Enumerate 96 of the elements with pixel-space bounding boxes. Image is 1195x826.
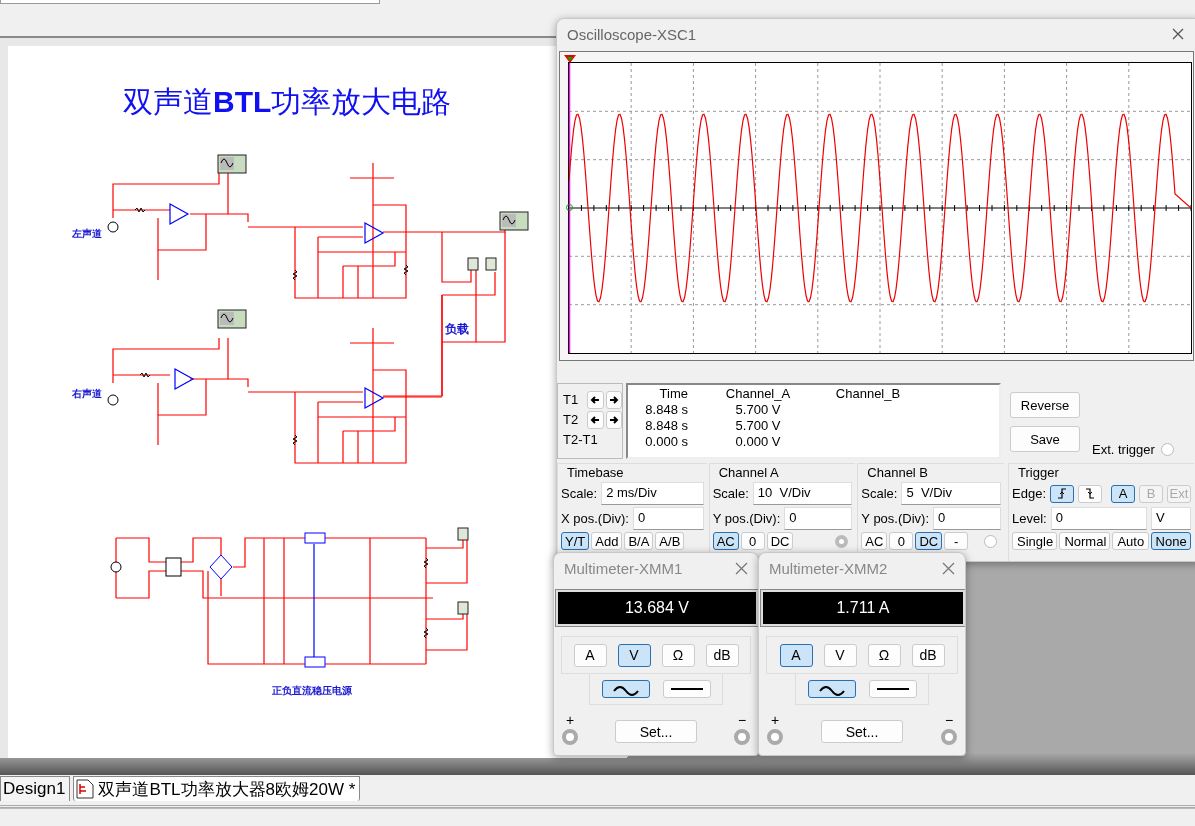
field-label: Scale:	[561, 486, 598, 501]
input-field[interactable]: V	[1151, 507, 1191, 530]
left-arrow-icon	[590, 395, 601, 405]
mode-button[interactable]: Add	[591, 532, 623, 550]
falling-edge-icon	[1084, 487, 1096, 500]
cursor-left-button[interactable]	[587, 411, 604, 429]
window-title: Oscilloscope-XSC1	[567, 25, 697, 43]
schematic-file-icon	[76, 779, 95, 799]
readout-value: 8.848 s	[644, 418, 688, 434]
meter-reading: 1.711 A	[836, 599, 890, 617]
action-button[interactable]: Save	[1010, 426, 1080, 452]
mode-button[interactable]: B/A	[624, 532, 654, 550]
function-button[interactable]: A	[573, 643, 607, 667]
left-arrow-icon	[590, 415, 601, 425]
cursor-left-button[interactable]	[587, 391, 604, 409]
mode-button[interactable]: Single	[1012, 532, 1058, 550]
action-button[interactable]: Reverse	[1010, 392, 1080, 418]
document-tab[interactable]: Design1	[0, 776, 71, 801]
plus-sign: +	[565, 713, 575, 727]
document-tab[interactable]: 双声道BTL功率放大器8欧姆20W *	[73, 776, 361, 801]
coupling-button[interactable]	[807, 680, 856, 698]
schematic-title: 双声道BTL功率放大电路	[123, 84, 452, 120]
function-button[interactable]: Ω	[867, 643, 901, 667]
mode-button[interactable]: -	[944, 532, 969, 550]
schematic-label: 负载	[445, 321, 469, 338]
column-header: Channel_B	[834, 386, 902, 402]
cursor-right-button[interactable]	[605, 391, 622, 409]
mode-button[interactable]: Y/T	[561, 532, 590, 550]
input-field[interactable]: 10 V/Div	[752, 482, 853, 505]
input-field[interactable]: 0	[784, 507, 853, 530]
cursor-label: T2-T1	[563, 432, 598, 448]
function-button[interactable]: dB	[911, 643, 945, 667]
schematic-label: 右声道	[72, 387, 102, 401]
coupling-button[interactable]	[601, 680, 650, 698]
function-button[interactable]: A	[779, 643, 813, 667]
ext-trigger-label: Ext. trigger	[1092, 442, 1155, 457]
plus-sign: +	[770, 713, 780, 727]
mode-button[interactable]: 0	[889, 532, 914, 550]
close-icon[interactable]	[942, 561, 955, 575]
set-button[interactable]: Set...	[821, 720, 903, 743]
field-label: Level:	[1012, 511, 1047, 526]
mode-button[interactable]: AC	[861, 532, 888, 550]
set-button[interactable]: Set...	[615, 720, 697, 743]
mode-button[interactable]: DC	[915, 532, 943, 550]
field-label: Y pos.(Div):	[712, 511, 781, 526]
mode-button[interactable]: None	[1150, 532, 1191, 550]
input-field[interactable]: 0	[1050, 507, 1147, 530]
readout-value: 0.000 V	[734, 434, 782, 450]
field-label: Scale:	[712, 486, 749, 501]
close-icon[interactable]	[735, 561, 748, 575]
minus-sign: −	[944, 713, 954, 727]
mode-button[interactable]: DC	[766, 532, 794, 550]
trigger-edge-button[interactable]	[1050, 484, 1074, 503]
group-title: Channel A	[717, 465, 780, 480]
minus-sign: −	[737, 713, 747, 727]
function-button[interactable]: V	[823, 643, 857, 667]
group-title: Channel B	[866, 465, 930, 480]
function-button[interactable]: V	[617, 643, 651, 667]
input-field[interactable]: 0	[933, 507, 1001, 530]
input-field[interactable]: 0	[632, 507, 704, 530]
trigger-source-button[interactable]: A	[1111, 484, 1135, 503]
close-icon[interactable]	[1172, 28, 1184, 40]
column-header: Time	[658, 386, 688, 402]
cursor-label: T2	[563, 412, 580, 428]
group-title: Trigger	[1017, 465, 1060, 480]
mode-button[interactable]: AC	[712, 532, 739, 550]
rising-edge-icon	[1056, 487, 1068, 500]
mode-button[interactable]: Normal	[1059, 532, 1111, 550]
field-label: Y pos.(Div):	[861, 511, 929, 526]
window-title: Multimeter-XMM1	[564, 559, 683, 577]
field-label: Edge:	[1012, 486, 1046, 501]
readout-value: 0.000 s	[644, 434, 688, 450]
function-button[interactable]: Ω	[661, 643, 695, 667]
schematic-label: 正负直流稳压电源	[272, 684, 352, 698]
column-header: Channel_A	[724, 386, 792, 402]
schematic-label: 左声道	[72, 227, 102, 241]
readout-value: 8.848 s	[644, 402, 688, 418]
mode-button[interactable]: 0	[740, 532, 765, 550]
mode-button[interactable]: Auto	[1112, 532, 1149, 550]
window-title: Multimeter-XMM2	[769, 559, 888, 577]
field-label: X pos.(Div):	[561, 511, 629, 526]
cursor-right-button[interactable]	[605, 411, 622, 429]
readout-value: 5.700 V	[734, 402, 782, 418]
cursor-label: T1	[563, 392, 580, 408]
right-arrow-icon	[608, 395, 619, 405]
input-field[interactable]: 2 ms/Div	[601, 482, 704, 505]
group-title: Timebase	[566, 465, 625, 480]
right-arrow-icon	[608, 415, 619, 425]
input-field[interactable]: 5 V/Div	[901, 482, 1001, 505]
function-button[interactable]: dB	[705, 643, 739, 667]
trigger-marker-icon	[566, 204, 573, 211]
mode-button[interactable]: A/B	[655, 532, 685, 550]
cursor-marker-icon[interactable]	[564, 55, 576, 63]
readout-value: 5.700 V	[734, 418, 782, 434]
meter-reading: 13.684 V	[624, 599, 690, 617]
field-label: Scale:	[861, 486, 898, 501]
